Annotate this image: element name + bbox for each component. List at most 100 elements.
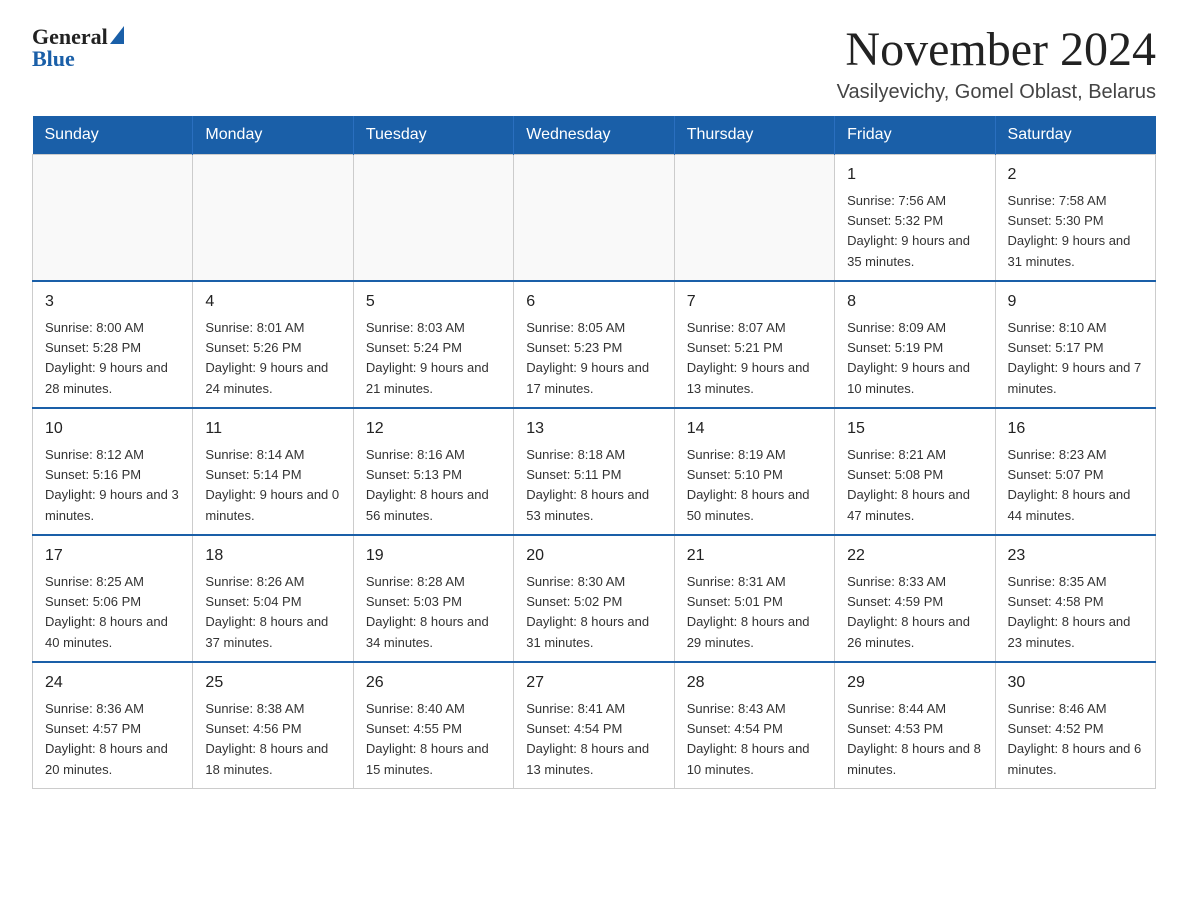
day-number: 24 <box>45 671 180 695</box>
day-number: 4 <box>205 290 340 314</box>
day-info: Sunrise: 8:09 AMSunset: 5:19 PMDaylight:… <box>847 320 970 396</box>
calendar-cell: 17 Sunrise: 8:25 AMSunset: 5:06 PMDayligh… <box>33 535 193 662</box>
day-number: 22 <box>847 544 982 568</box>
month-year-title: November 2024 <box>837 24 1156 77</box>
calendar-cell: 28 Sunrise: 8:43 AMSunset: 4:54 PMDayligh… <box>674 662 834 789</box>
day-info: Sunrise: 8:44 AMSunset: 4:53 PMDaylight:… <box>847 701 981 777</box>
day-info: Sunrise: 8:26 AMSunset: 5:04 PMDaylight:… <box>205 574 328 650</box>
day-number: 12 <box>366 417 501 441</box>
day-info: Sunrise: 8:33 AMSunset: 4:59 PMDaylight:… <box>847 574 970 650</box>
day-info: Sunrise: 8:25 AMSunset: 5:06 PMDaylight:… <box>45 574 168 650</box>
day-info: Sunrise: 8:21 AMSunset: 5:08 PMDaylight:… <box>847 447 970 523</box>
calendar-cell <box>353 154 513 281</box>
day-info: Sunrise: 8:31 AMSunset: 5:01 PMDaylight:… <box>687 574 810 650</box>
day-number: 1 <box>847 163 982 187</box>
calendar-header-wednesday: Wednesday <box>514 116 674 155</box>
calendar-cell: 4 Sunrise: 8:01 AMSunset: 5:26 PMDaylight… <box>193 281 353 408</box>
calendar-week-row: 1 Sunrise: 7:56 AMSunset: 5:32 PMDaylight… <box>33 154 1156 281</box>
day-info: Sunrise: 8:23 AMSunset: 5:07 PMDaylight:… <box>1008 447 1131 523</box>
day-info: Sunrise: 8:07 AMSunset: 5:21 PMDaylight:… <box>687 320 810 396</box>
day-number: 27 <box>526 671 661 695</box>
calendar-cell: 10 Sunrise: 8:12 AMSunset: 5:16 PMDayligh… <box>33 408 193 535</box>
day-info: Sunrise: 8:14 AMSunset: 5:14 PMDaylight:… <box>205 447 339 523</box>
calendar-cell: 13Sunrise: 8:18 AMSunset: 5:11 PMDayligh… <box>514 408 674 535</box>
day-info: Sunrise: 8:43 AMSunset: 4:54 PMDaylight:… <box>687 701 810 777</box>
calendar-cell: 24 Sunrise: 8:36 AMSunset: 4:57 PMDayligh… <box>33 662 193 789</box>
title-block: November 2024 Vasilyevichy, Gomel Oblast… <box>837 24 1156 104</box>
day-number: 30 <box>1008 671 1143 695</box>
day-number: 2 <box>1008 163 1143 187</box>
calendar-header-sunday: Sunday <box>33 116 193 155</box>
day-number: 21 <box>687 544 822 568</box>
calendar-cell: 15 Sunrise: 8:21 AMSunset: 5:08 PMDayligh… <box>835 408 995 535</box>
day-info: Sunrise: 8:38 AMSunset: 4:56 PMDaylight:… <box>205 701 328 777</box>
day-info: Sunrise: 8:36 AMSunset: 4:57 PMDaylight:… <box>45 701 168 777</box>
calendar-cell <box>33 154 193 281</box>
day-number: 16 <box>1008 417 1143 441</box>
day-info: Sunrise: 8:35 AMSunset: 4:58 PMDaylight:… <box>1008 574 1131 650</box>
calendar-cell <box>674 154 834 281</box>
calendar-cell: 26 Sunrise: 8:40 AMSunset: 4:55 PMDayligh… <box>353 662 513 789</box>
day-number: 13 <box>526 417 661 441</box>
calendar-cell: 9 Sunrise: 8:10 AMSunset: 5:17 PMDaylight… <box>995 281 1155 408</box>
calendar-cell: 30Sunrise: 8:46 AMSunset: 4:52 PMDayligh… <box>995 662 1155 789</box>
calendar-header-friday: Friday <box>835 116 995 155</box>
day-info: Sunrise: 8:41 AMSunset: 4:54 PMDaylight:… <box>526 701 649 777</box>
calendar-cell <box>193 154 353 281</box>
calendar-cell <box>514 154 674 281</box>
day-number: 7 <box>687 290 822 314</box>
day-info: Sunrise: 7:56 AMSunset: 5:32 PMDaylight:… <box>847 193 970 269</box>
calendar-cell: 1 Sunrise: 7:56 AMSunset: 5:32 PMDaylight… <box>835 154 995 281</box>
day-info: Sunrise: 7:58 AMSunset: 5:30 PMDaylight:… <box>1008 193 1131 269</box>
day-number: 17 <box>45 544 180 568</box>
calendar-cell: 12 Sunrise: 8:16 AMSunset: 5:13 PMDayligh… <box>353 408 513 535</box>
day-info: Sunrise: 8:05 AMSunset: 5:23 PMDaylight:… <box>526 320 649 396</box>
day-number: 15 <box>847 417 982 441</box>
calendar-cell: 27 Sunrise: 8:41 AMSunset: 4:54 PMDayligh… <box>514 662 674 789</box>
calendar-header-tuesday: Tuesday <box>353 116 513 155</box>
calendar-week-row: 24 Sunrise: 8:36 AMSunset: 4:57 PMDayligh… <box>33 662 1156 789</box>
calendar-week-row: 17 Sunrise: 8:25 AMSunset: 5:06 PMDayligh… <box>33 535 1156 662</box>
location-subtitle: Vasilyevichy, Gomel Oblast, Belarus <box>837 81 1156 104</box>
calendar-week-row: 10 Sunrise: 8:12 AMSunset: 5:16 PMDayligh… <box>33 408 1156 535</box>
day-number: 29 <box>847 671 982 695</box>
calendar-cell: 19 Sunrise: 8:28 AMSunset: 5:03 PMDayligh… <box>353 535 513 662</box>
logo-triangle-icon <box>110 26 124 44</box>
day-number: 25 <box>205 671 340 695</box>
calendar-cell: 23 Sunrise: 8:35 AMSunset: 4:58 PMDayligh… <box>995 535 1155 662</box>
day-info: Sunrise: 8:01 AMSunset: 5:26 PMDaylight:… <box>205 320 328 396</box>
calendar-table: SundayMondayTuesdayWednesdayThursdayFrid… <box>32 116 1156 789</box>
day-info: Sunrise: 8:28 AMSunset: 5:03 PMDaylight:… <box>366 574 489 650</box>
calendar-header-monday: Monday <box>193 116 353 155</box>
calendar-cell: 16 Sunrise: 8:23 AMSunset: 5:07 PMDayligh… <box>995 408 1155 535</box>
day-info: Sunrise: 8:19 AMSunset: 5:10 PMDaylight:… <box>687 447 810 523</box>
day-number: 3 <box>45 290 180 314</box>
page-header: General Blue November 2024 Vasilyevichy,… <box>32 24 1156 104</box>
calendar-week-row: 3 Sunrise: 8:00 AMSunset: 5:28 PMDaylight… <box>33 281 1156 408</box>
day-info: Sunrise: 8:16 AMSunset: 5:13 PMDaylight:… <box>366 447 489 523</box>
calendar-header-thursday: Thursday <box>674 116 834 155</box>
day-number: 26 <box>366 671 501 695</box>
day-number: 19 <box>366 544 501 568</box>
calendar-cell: 6Sunrise: 8:05 AMSunset: 5:23 PMDaylight… <box>514 281 674 408</box>
calendar-cell: 21 Sunrise: 8:31 AMSunset: 5:01 PMDayligh… <box>674 535 834 662</box>
day-number: 10 <box>45 417 180 441</box>
day-info: Sunrise: 8:40 AMSunset: 4:55 PMDaylight:… <box>366 701 489 777</box>
day-number: 18 <box>205 544 340 568</box>
calendar-cell: 20Sunrise: 8:30 AMSunset: 5:02 PMDayligh… <box>514 535 674 662</box>
day-number: 8 <box>847 290 982 314</box>
day-info: Sunrise: 8:10 AMSunset: 5:17 PMDaylight:… <box>1008 320 1142 396</box>
day-number: 28 <box>687 671 822 695</box>
day-number: 23 <box>1008 544 1143 568</box>
day-number: 9 <box>1008 290 1143 314</box>
logo-blue-text: Blue <box>32 46 124 72</box>
calendar-cell: 22 Sunrise: 8:33 AMSunset: 4:59 PMDayligh… <box>835 535 995 662</box>
day-info: Sunrise: 8:12 AMSunset: 5:16 PMDaylight:… <box>45 447 179 523</box>
day-number: 5 <box>366 290 501 314</box>
day-info: Sunrise: 8:00 AMSunset: 5:28 PMDaylight:… <box>45 320 168 396</box>
day-info: Sunrise: 8:03 AMSunset: 5:24 PMDaylight:… <box>366 320 489 396</box>
calendar-cell: 25 Sunrise: 8:38 AMSunset: 4:56 PMDayligh… <box>193 662 353 789</box>
logo: General Blue <box>32 24 124 72</box>
day-info: Sunrise: 8:30 AMSunset: 5:02 PMDaylight:… <box>526 574 649 650</box>
calendar-cell: 11Sunrise: 8:14 AMSunset: 5:14 PMDayligh… <box>193 408 353 535</box>
